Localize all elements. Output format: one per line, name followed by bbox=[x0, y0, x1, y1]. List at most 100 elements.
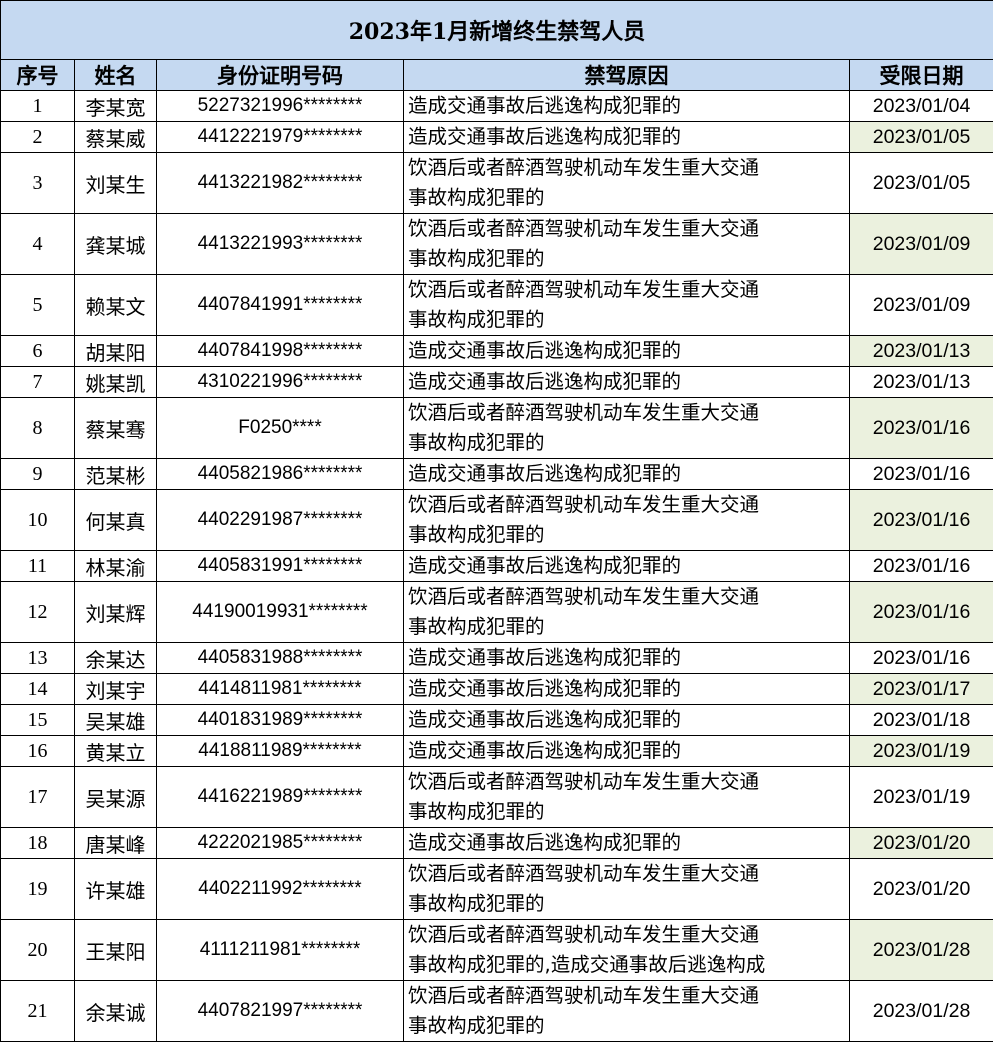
row-number: 21 bbox=[1, 981, 75, 1042]
row-number: 4 bbox=[1, 214, 75, 275]
table-row: 15吴某雄4401831989********造成交通事故后逃逸构成犯罪的202… bbox=[1, 705, 993, 736]
table-row: 3刘某生4413221982********饮酒后或者醉酒驾驶机动车发生重大交通… bbox=[1, 153, 993, 214]
header-id: 身份证明号码 bbox=[157, 60, 404, 91]
row-date: 2023/01/28 bbox=[850, 981, 993, 1042]
row-date: 2023/01/19 bbox=[850, 736, 993, 767]
row-reason: 造成交通事故后逃逸构成犯罪的 bbox=[404, 367, 850, 398]
row-date: 2023/01/20 bbox=[850, 859, 993, 920]
row-number: 12 bbox=[1, 582, 75, 643]
row-number: 14 bbox=[1, 674, 75, 705]
row-date: 2023/01/09 bbox=[850, 214, 993, 275]
row-name: 余某达 bbox=[75, 643, 157, 674]
row-date: 2023/01/17 bbox=[850, 674, 993, 705]
row-date: 2023/01/16 bbox=[850, 551, 993, 582]
row-date: 2023/01/05 bbox=[850, 153, 993, 214]
table-row: 8蔡某骞F0250****饮酒后或者醉酒驾驶机动车发生重大交通 事故构成犯罪的2… bbox=[1, 398, 993, 459]
row-name: 王某阳 bbox=[75, 920, 157, 981]
row-name: 胡某阳 bbox=[75, 336, 157, 367]
row-name: 何某真 bbox=[75, 490, 157, 551]
table-row: 4龚某城4413221993********饮酒后或者醉酒驾驶机动车发生重大交通… bbox=[1, 214, 993, 275]
row-name: 许某雄 bbox=[75, 859, 157, 920]
row-id-number: 4407841998******** bbox=[157, 336, 404, 367]
row-id-number: 4405831988******** bbox=[157, 643, 404, 674]
row-date: 2023/01/13 bbox=[850, 367, 993, 398]
row-name: 林某渝 bbox=[75, 551, 157, 582]
row-number: 19 bbox=[1, 859, 75, 920]
row-number: 15 bbox=[1, 705, 75, 736]
row-id-number: F0250**** bbox=[157, 398, 404, 459]
row-number: 13 bbox=[1, 643, 75, 674]
row-id-number: 4401831989******** bbox=[157, 705, 404, 736]
row-reason: 造成交通事故后逃逸构成犯罪的 bbox=[404, 91, 850, 122]
row-date: 2023/01/05 bbox=[850, 122, 993, 153]
row-name: 蔡某骞 bbox=[75, 398, 157, 459]
row-date: 2023/01/19 bbox=[850, 767, 993, 828]
row-number: 18 bbox=[1, 828, 75, 859]
table-row: 10何某真4402291987********饮酒后或者醉酒驾驶机动车发生重大交… bbox=[1, 490, 993, 551]
row-reason: 造成交通事故后逃逸构成犯罪的 bbox=[404, 122, 850, 153]
row-id-number: 4418811989******** bbox=[157, 736, 404, 767]
row-number: 20 bbox=[1, 920, 75, 981]
row-date: 2023/01/16 bbox=[850, 582, 993, 643]
row-id-number: 4416221989******** bbox=[157, 767, 404, 828]
row-name: 吴某源 bbox=[75, 767, 157, 828]
table-row: 16黄某立4418811989********造成交通事故后逃逸构成犯罪的202… bbox=[1, 736, 993, 767]
row-number: 11 bbox=[1, 551, 75, 582]
row-name: 赖某文 bbox=[75, 275, 157, 336]
table-row: 19许某雄4402211992********饮酒后或者醉酒驾驶机动车发生重大交… bbox=[1, 859, 993, 920]
table-row: 5赖某文4407841991********饮酒后或者醉酒驾驶机动车发生重大交通… bbox=[1, 275, 993, 336]
row-name: 龚某城 bbox=[75, 214, 157, 275]
row-reason: 饮酒后或者醉酒驾驶机动车发生重大交通 事故构成犯罪的 bbox=[404, 859, 850, 920]
row-id-number: 4407841991******** bbox=[157, 275, 404, 336]
row-id-number: 4413221993******** bbox=[157, 214, 404, 275]
row-name: 黄某立 bbox=[75, 736, 157, 767]
table-title: 2023年1月新增终生禁驾人员 bbox=[1, 1, 993, 60]
row-id-number: 4222021985******** bbox=[157, 828, 404, 859]
row-name: 刘某生 bbox=[75, 153, 157, 214]
table-row: 6胡某阳4407841998********造成交通事故后逃逸构成犯罪的2023… bbox=[1, 336, 993, 367]
row-date: 2023/01/16 bbox=[850, 398, 993, 459]
row-name: 吴某雄 bbox=[75, 705, 157, 736]
row-reason: 造成交通事故后逃逸构成犯罪的 bbox=[404, 643, 850, 674]
row-id-number: 4402291987******** bbox=[157, 490, 404, 551]
row-date: 2023/01/04 bbox=[850, 91, 993, 122]
row-date: 2023/01/16 bbox=[850, 643, 993, 674]
table-row: 17吴某源4416221989********饮酒后或者醉酒驾驶机动车发生重大交… bbox=[1, 767, 993, 828]
row-reason: 饮酒后或者醉酒驾驶机动车发生重大交通 事故构成犯罪的,造成交通事故后逃逸构成 bbox=[404, 920, 850, 981]
row-id-number: 4414811981******** bbox=[157, 674, 404, 705]
row-name: 姚某凯 bbox=[75, 367, 157, 398]
row-id-number: 4405831991******** bbox=[157, 551, 404, 582]
row-reason: 饮酒后或者醉酒驾驶机动车发生重大交通 事故构成犯罪的 bbox=[404, 490, 850, 551]
row-date: 2023/01/18 bbox=[850, 705, 993, 736]
row-id-number: 4413221982******** bbox=[157, 153, 404, 214]
row-date: 2023/01/28 bbox=[850, 920, 993, 981]
row-name: 范某彬 bbox=[75, 459, 157, 490]
header-reason: 禁驾原因 bbox=[404, 60, 850, 91]
row-id-number: 4402211992******** bbox=[157, 859, 404, 920]
row-number: 10 bbox=[1, 490, 75, 551]
row-reason: 造成交通事故后逃逸构成犯罪的 bbox=[404, 736, 850, 767]
row-reason: 饮酒后或者醉酒驾驶机动车发生重大交通 事故构成犯罪的 bbox=[404, 214, 850, 275]
table-row: 13余某达4405831988********造成交通事故后逃逸构成犯罪的202… bbox=[1, 643, 993, 674]
table-row: 21余某诚4407821997********饮酒后或者醉酒驾驶机动车发生重大交… bbox=[1, 981, 993, 1042]
row-reason: 造成交通事故后逃逸构成犯罪的 bbox=[404, 459, 850, 490]
row-date: 2023/01/16 bbox=[850, 490, 993, 551]
table-row: 20王某阳4111211981********饮酒后或者醉酒驾驶机动车发生重大交… bbox=[1, 920, 993, 981]
row-number: 7 bbox=[1, 367, 75, 398]
row-id-number: 4405821986******** bbox=[157, 459, 404, 490]
table-row: 18唐某峰4222021985********造成交通事故后逃逸构成犯罪的202… bbox=[1, 828, 993, 859]
row-reason: 饮酒后或者醉酒驾驶机动车发生重大交通 事故构成犯罪的 bbox=[404, 153, 850, 214]
row-reason: 饮酒后或者醉酒驾驶机动车发生重大交通 事故构成犯罪的 bbox=[404, 275, 850, 336]
row-number: 3 bbox=[1, 153, 75, 214]
row-reason: 饮酒后或者醉酒驾驶机动车发生重大交通 事故构成犯罪的 bbox=[404, 582, 850, 643]
row-name: 李某宽 bbox=[75, 91, 157, 122]
table-row: 11林某渝4405831991********造成交通事故后逃逸构成犯罪的202… bbox=[1, 551, 993, 582]
row-number: 17 bbox=[1, 767, 75, 828]
row-reason: 造成交通事故后逃逸构成犯罪的 bbox=[404, 828, 850, 859]
row-date: 2023/01/20 bbox=[850, 828, 993, 859]
row-reason: 饮酒后或者醉酒驾驶机动车发生重大交通 事故构成犯罪的 bbox=[404, 981, 850, 1042]
row-reason: 饮酒后或者醉酒驾驶机动车发生重大交通 事故构成犯罪的 bbox=[404, 398, 850, 459]
row-reason: 饮酒后或者醉酒驾驶机动车发生重大交通 事故构成犯罪的 bbox=[404, 767, 850, 828]
row-number: 8 bbox=[1, 398, 75, 459]
row-name: 蔡某威 bbox=[75, 122, 157, 153]
